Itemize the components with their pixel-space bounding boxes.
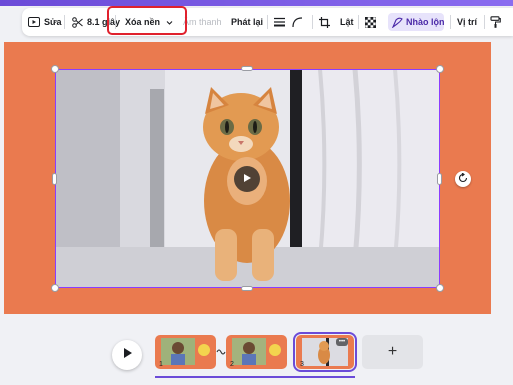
audio-button[interactable]: Âm thanh: [183, 8, 222, 36]
timeline-clip-1[interactable]: 1: [155, 335, 216, 369]
remove-background-highlight: [107, 6, 187, 35]
clip-number: 2: [230, 361, 234, 368]
playback-label: Phát lại: [231, 17, 264, 27]
timeline-play-button[interactable]: [112, 340, 142, 370]
blend-label: Nhào lộn: [406, 17, 445, 27]
divider: [64, 15, 65, 29]
clip-number: 1: [159, 361, 163, 368]
clip-more-options-button[interactable]: •••: [336, 338, 348, 346]
play-icon: [242, 170, 252, 188]
paint-roller-icon: [490, 16, 501, 28]
position-label: Vị trí: [457, 17, 478, 27]
flip-button[interactable]: Lật: [340, 8, 354, 36]
rotate-button[interactable]: [455, 171, 471, 187]
edit-video-button[interactable]: Sửa: [28, 8, 62, 36]
crop-icon: [319, 16, 330, 28]
video-play-button[interactable]: [234, 166, 260, 192]
resize-handle-top-left[interactable]: [51, 65, 59, 73]
playback-button[interactable]: Phát lại: [231, 8, 263, 36]
resize-handle-bottom[interactable]: [241, 286, 253, 291]
timeline-clip-2[interactable]: 2: [226, 335, 287, 369]
clip-thumbnail: [155, 335, 216, 369]
play-icon: [121, 346, 133, 364]
copy-style-button[interactable]: [490, 8, 501, 36]
timeline-clip-3-selected[interactable]: 3 •••: [293, 332, 357, 372]
audio-label: Âm thanh: [183, 17, 222, 27]
divider: [358, 15, 359, 29]
corner-rounding-button[interactable]: [292, 8, 303, 36]
resize-handle-bottom-right[interactable]: [436, 284, 444, 292]
clip-thumbnail: [226, 335, 287, 369]
curve-icon: [292, 16, 303, 28]
flip-label: Lật: [340, 17, 354, 27]
resize-handle-bottom-left[interactable]: [51, 284, 59, 292]
divider: [312, 15, 313, 29]
rotate-icon: [458, 170, 468, 188]
add-clip-label: +: [387, 343, 398, 360]
transition-icon[interactable]: [216, 347, 226, 357]
divider: [267, 15, 268, 29]
resize-handle-top[interactable]: [241, 66, 253, 71]
transparency-button[interactable]: [365, 8, 376, 36]
divider: [450, 15, 451, 29]
resize-handle-right[interactable]: [437, 173, 442, 185]
timeline-progress-bar: [155, 376, 355, 378]
context-toolbar: Sửa 8.1 giây Xóa nền Âm thanh Phát lại L…: [22, 8, 513, 36]
resize-handle-left[interactable]: [52, 173, 57, 185]
add-clip-button[interactable]: +: [362, 335, 423, 369]
divider: [484, 15, 485, 29]
edit-video-label: Sửa: [44, 17, 62, 27]
video-edit-icon: [28, 17, 40, 27]
transparency-icon: [365, 16, 376, 28]
lines-icon: [274, 17, 285, 27]
crop-button[interactable]: [319, 8, 330, 36]
position-button[interactable]: Vị trí: [457, 8, 477, 36]
top-gradient-bar: [0, 0, 513, 6]
scissors-icon: [72, 16, 83, 28]
line-style-button[interactable]: [274, 8, 285, 36]
resize-handle-top-right[interactable]: [436, 65, 444, 73]
clip-number: 3: [300, 361, 304, 368]
blend-icon: [392, 17, 403, 28]
blend-button[interactable]: Nhào lộn: [392, 8, 445, 36]
